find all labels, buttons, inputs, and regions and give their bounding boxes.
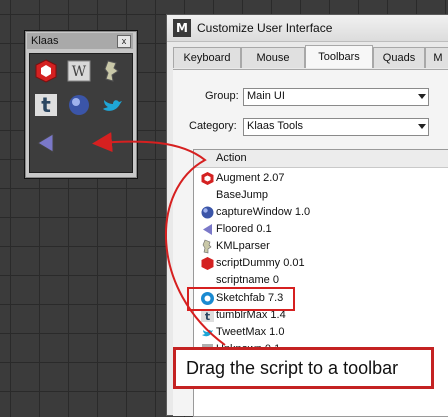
instruction-callout: Drag the script to a toolbar xyxy=(173,347,434,389)
sketchfab-highlight xyxy=(187,287,295,311)
callout-text: Drag the script to a toolbar xyxy=(186,358,399,378)
drag-arrow xyxy=(92,132,226,346)
